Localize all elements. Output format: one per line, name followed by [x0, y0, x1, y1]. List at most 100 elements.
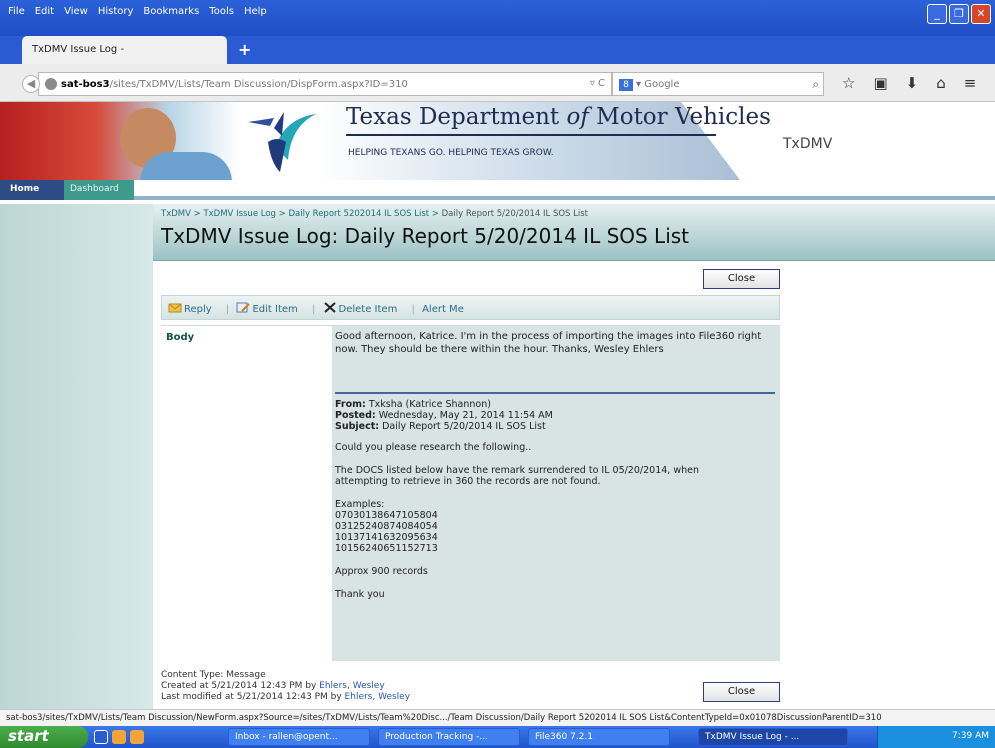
banner-title-part: Motor Vehicles	[588, 104, 771, 130]
taskbar-item-file360[interactable]: File360 7.2.1	[528, 728, 670, 746]
taskbar-item-txdmv-issue-log[interactable]: TxDMV Issue Log - ...	[698, 728, 848, 746]
menu-bookmarks[interactable]: Bookmarks	[143, 6, 199, 17]
modified-prefix: Last modified at 5/21/2014 12:43 PM by	[161, 692, 345, 702]
search-input[interactable]: 8 ▾ Google ⌕	[612, 72, 824, 96]
windows-taskbar: start Inbox - rallen@opent... Production…	[0, 726, 995, 748]
modified-by-link[interactable]: Ehlers, Wesley	[345, 692, 411, 702]
quoted-message: From: Txksha (Katrice Shannon) Posted: W…	[335, 399, 775, 600]
reply-text: Good afternoon, Katrice. I'm in the proc…	[335, 331, 762, 355]
item-metadata: Content Type: Message Created at 5/21/20…	[161, 670, 410, 703]
tab-title: TxDMV Issue Log -	[32, 44, 125, 55]
docs-line-1: The DOCS listed below have the remark su…	[335, 465, 699, 476]
firefox-icon[interactable]	[130, 730, 144, 744]
search-engine-icon[interactable]: 8	[619, 79, 633, 91]
close-window-icon[interactable]: ✕	[971, 4, 991, 24]
subject-value: Daily Report 5/20/2014 IL SOS List	[379, 421, 546, 432]
subject-line: Subject: Daily Report 5/20/2014 IL SOS L…	[335, 421, 775, 432]
reply-label: Reply	[184, 304, 212, 315]
quote-divider	[335, 392, 775, 394]
edit-item-button[interactable]: Edit Item	[236, 302, 301, 315]
close-button-top[interactable]: Close	[703, 269, 780, 289]
download-icon[interactable]: ⬇	[906, 74, 919, 92]
start-button[interactable]: start	[0, 726, 88, 748]
reading-list-icon[interactable]: ▣	[873, 74, 887, 92]
menu-tools[interactable]: Tools	[209, 6, 234, 17]
nav-dashboard[interactable]: Dashboard	[64, 180, 134, 200]
toolbar-separator: |	[225, 304, 230, 315]
home-icon[interactable]: ⌂	[936, 74, 946, 92]
breadcrumb-parent[interactable]: Daily Report 5202014 IL SOS List	[288, 209, 429, 219]
breadcrumb: TxDMV > TxDMV Issue Log > Daily Report 5…	[161, 209, 588, 219]
ie-icon[interactable]	[94, 730, 108, 744]
nav-home[interactable]: Home	[0, 180, 64, 200]
menu-history[interactable]: History	[98, 6, 134, 17]
menu-icon[interactable]: ≡	[964, 74, 977, 92]
new-tab-icon[interactable]: +	[238, 40, 251, 59]
posted-line: Posted: Wednesday, May 21, 2014 11:54 AM	[335, 410, 775, 421]
site-title: TxDMV	[783, 136, 833, 152]
menu-help[interactable]: Help	[244, 6, 267, 17]
body-label-cell: Body	[161, 326, 331, 661]
system-tray: 7:39 AM	[877, 726, 995, 748]
thank-you: Thank you	[335, 589, 385, 600]
person-shirt	[140, 152, 232, 180]
taskbar-item-inbox[interactable]: Inbox - rallen@opent...	[228, 728, 370, 746]
search-icon[interactable]: ⌕	[812, 77, 819, 92]
minimize-icon[interactable]: _	[927, 4, 947, 24]
quick-launch	[94, 730, 144, 744]
content-type: Content Type: Message	[161, 670, 266, 680]
top-navigation: Home Dashboard	[0, 180, 995, 200]
restore-icon[interactable]: ❐	[949, 4, 969, 24]
back-icon[interactable]: ◀	[22, 75, 40, 93]
banner-title-part: Texas Department	[346, 104, 567, 130]
clock: 7:39 AM	[952, 731, 989, 741]
reload-icon[interactable]: ▿ C	[590, 78, 605, 89]
posted-label: Posted:	[335, 410, 376, 421]
delete-item-label: Delete Item	[338, 304, 398, 315]
subject-label: Subject:	[335, 421, 380, 432]
taskbar-item-production-tracking[interactable]: Production Tracking -...	[378, 728, 520, 746]
search-placeholder: Google	[644, 79, 680, 90]
reply-icon	[168, 303, 182, 313]
browser-window: File Edit View History Bookmarks Tools H…	[0, 0, 995, 748]
edit-icon	[236, 302, 251, 313]
breadcrumb-list[interactable]: TxDMV Issue Log	[203, 209, 275, 219]
close-button-bottom[interactable]: Close	[703, 682, 780, 702]
breadcrumb-sep: >	[429, 209, 442, 219]
body-value-cell: Good afternoon, Katrice. I'm in the proc…	[332, 326, 780, 661]
example-doc: 03125240874084054	[335, 521, 438, 532]
menu-edit[interactable]: Edit	[35, 6, 54, 17]
start-label: start	[8, 727, 49, 745]
body-label: Body	[166, 332, 195, 343]
tab-strip: TxDMV Issue Log - +	[0, 36, 995, 64]
globe-icon	[45, 78, 57, 90]
example-doc: 10156240651152713	[335, 543, 438, 554]
url-bar[interactable]: sat-bos3/sites/TxDMV/Lists/Team Discussi…	[38, 72, 612, 96]
delete-item-button[interactable]: Delete Item	[323, 302, 402, 315]
created-prefix: Created at 5/21/2014 12:43 PM by	[161, 681, 320, 691]
banner-title-of: of	[566, 104, 589, 130]
menu-view[interactable]: View	[64, 6, 88, 17]
url-path: /sites/TxDMV/Lists/Team Discussion/DispF…	[109, 79, 408, 90]
breadcrumb-root[interactable]: TxDMV	[161, 209, 191, 219]
from-line: From: Txksha (Katrice Shannon)	[335, 399, 775, 410]
toolbar-separator: |	[311, 304, 316, 315]
created-by-link[interactable]: Ehlers, Wesley	[319, 681, 385, 691]
bookmark-star-icon[interactable]: ☆	[842, 74, 855, 92]
site-banner: Texas Department of Motor Vehicles HELPI…	[0, 102, 995, 180]
outlook-icon[interactable]	[112, 730, 126, 744]
approx-records: Approx 900 records	[335, 566, 428, 577]
url-host: sat-bos3	[61, 79, 110, 90]
alert-me-button[interactable]: Alert Me	[422, 304, 464, 315]
research-line: Could you please research the following.…	[335, 442, 532, 453]
breadcrumb-sep: >	[275, 209, 289, 219]
docs-line-2: attempting to retrieve in 360 the record…	[335, 476, 601, 487]
banner-rule	[346, 134, 716, 136]
reply-button[interactable]: Reply	[168, 303, 216, 315]
menu-file[interactable]: File	[8, 6, 25, 17]
navigation-toolbar: sat-bos3/sites/TxDMV/Lists/Team Discussi…	[0, 64, 995, 102]
from-value: Txksha (Katrice Shannon)	[365, 399, 491, 410]
tab-txdmv-issue-log[interactable]: TxDMV Issue Log -	[22, 36, 227, 64]
menu-bar: File Edit View History Bookmarks Tools H…	[0, 0, 995, 36]
from-label: From:	[335, 399, 366, 410]
